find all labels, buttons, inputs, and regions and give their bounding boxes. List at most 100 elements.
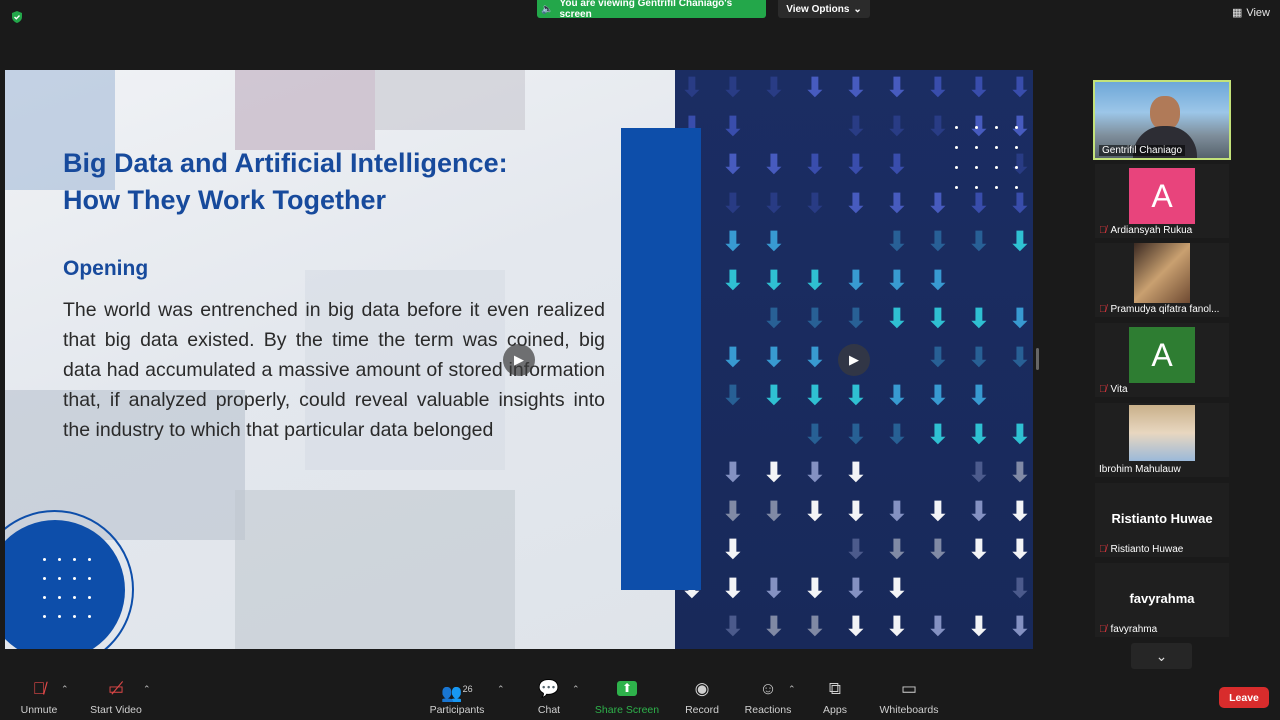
down-arrow-icon: ⬇ <box>804 264 826 295</box>
participant-tile[interactable]: 🎙̸ Pramudya qifatra fanol... <box>1095 243 1229 317</box>
down-arrow-icon: ⬇ <box>886 226 908 256</box>
dot <box>42 557 46 561</box>
down-arrow-icon: ⬇ <box>804 303 826 333</box>
participant-tile-active-speaker[interactable]: Gentrifil Chaniago <box>1093 80 1231 160</box>
meeting-toolbar: 🎙̸ Unmute ⌃ ▭̸ Start Video ⌃ 👥26 Partici… <box>0 672 1280 720</box>
chevron-down-icon: ⌄ <box>1155 647 1168 664</box>
down-arrow-icon: ⬇ <box>845 110 867 141</box>
speaker-icon: 🔈 <box>541 3 554 15</box>
down-arrow-icon: ⬇ <box>968 611 990 641</box>
apps-button[interactable]: ⧉ Apps <box>818 672 852 720</box>
share-screen-icon: ⬆ <box>617 681 637 696</box>
mic-off-icon: 🎙̸ <box>32 679 46 698</box>
down-arrow-icon: ⬇ <box>804 495 826 526</box>
dot <box>87 576 91 580</box>
down-arrow-icon: ⬇ <box>722 495 744 526</box>
participant-tile[interactable]: Ristianto Huwae 🎙̸ Ristianto Huwae <box>1095 483 1229 557</box>
chevron-down-icon: ⌄ <box>853 3 862 15</box>
participant-tile[interactable]: favyrahma 🎙̸ favyrahma <box>1095 563 1229 637</box>
participant-tile[interactable]: Ibrohim Mahulauw <box>1095 403 1229 477</box>
participants-button[interactable]: 👥26 Participants <box>426 672 488 720</box>
down-arrow-icon: ⬇ <box>927 534 949 564</box>
down-arrow-icon: ⬇ <box>722 380 744 410</box>
participant-name: favyrahma <box>1110 624 1158 635</box>
chat-button[interactable]: 💬 Chat <box>528 672 570 720</box>
record-button[interactable]: ◉ Record <box>680 672 724 720</box>
down-arrow-icon: ⬇ <box>886 149 908 179</box>
reactions-icon: ☺ <box>759 679 777 698</box>
down-arrow-icon: ⬇ <box>804 341 826 372</box>
dot <box>72 576 76 580</box>
down-arrow-icon: ⬇ <box>886 572 908 603</box>
leave-button[interactable]: Leave <box>1219 687 1269 708</box>
down-arrow-icon: ⬇ <box>968 72 990 102</box>
viewing-text: You are viewing Gentrifil Chaniago's scr… <box>559 0 733 20</box>
down-arrow-icon: ⬇ <box>1009 534 1031 564</box>
dot <box>57 595 61 599</box>
record-label: Record <box>685 704 719 716</box>
shared-screen: ⬇ ⬇ ⬇ ⬇ ⬇ ⬇ ⬇ ⬇ ⬇ ⬇ ⬇ ⬇ ⬇ ⬇ ⬇ ⬇ ⬇ ⬇ ⬇ ⬇ ⬇ ⬇ ⬇ ⬇ ⬇ ⬇ ⬇ ⬇ ⬇ ⬇ ⬇ ⬇ ⬇ ⬇ ⬇ ⬇ ⬇ ⬇ ⬇ ⬇… <box>5 70 1033 649</box>
down-arrow-icon: ⬇ <box>886 418 908 449</box>
viewing-screen-banner: 🔈 You are viewing Gentrifil Chaniago's s… <box>537 0 766 20</box>
down-arrow-icon: ⬇ <box>886 264 908 295</box>
whiteboards-button[interactable]: ▭ Whiteboards <box>876 672 942 720</box>
participant-name: Pramudya qifatra fanol... <box>1110 304 1220 315</box>
down-arrow-icon: ⬇ <box>681 72 703 102</box>
down-arrow-icon: ⬇ <box>845 572 867 603</box>
dot <box>995 166 998 169</box>
panel-resize-handle[interactable] <box>1036 348 1039 370</box>
down-arrow-icon: ⬇ <box>763 187 785 218</box>
play-icon[interactable]: ▶ <box>503 344 535 376</box>
down-arrow-icon: ⬇ <box>968 303 990 333</box>
unmute-button[interactable]: 🎙̸ Unmute <box>14 672 64 720</box>
down-arrow-icon: ⬇ <box>722 149 744 179</box>
dot-grid <box>5 519 125 649</box>
grid-view-icon: ▦ <box>1231 7 1243 19</box>
participant-display-name: Ristianto Huwae <box>1111 511 1213 526</box>
down-arrow-icon: ⬇ <box>763 572 785 603</box>
down-arrow-icon: ⬇ <box>886 303 908 333</box>
record-icon: ◉ <box>694 679 710 698</box>
chat-options-caret-icon[interactable]: ⌃ <box>572 684 580 695</box>
down-arrow-icon: ⬇ <box>1009 572 1031 603</box>
down-arrow-icon: ⬇ <box>722 534 744 564</box>
video-options-caret-icon[interactable]: ⌃ <box>143 684 151 695</box>
start-video-button[interactable]: ▭̸ Start Video <box>86 672 146 720</box>
share-screen-label: Share Screen <box>594 704 660 716</box>
mic-muted-icon: 🎙̸ <box>1099 304 1107 315</box>
participant-tile[interactable]: A 🎙̸ Ardiansyah Rukua <box>1095 164 1229 238</box>
participant-tile[interactable]: A 🎙̸ Vita <box>1095 323 1229 397</box>
audio-options-caret-icon[interactable]: ⌃ <box>61 684 69 695</box>
down-arrow-icon: ⬇ <box>968 457 990 487</box>
profile-photo <box>1129 405 1195 461</box>
scroll-down-button[interactable]: ⌄ <box>1131 643 1192 669</box>
down-arrow-icon: ⬇ <box>927 110 949 141</box>
view-options-button[interactable]: View Options ⌄ <box>778 0 870 18</box>
view-button[interactable]: ▦ View <box>1231 6 1270 20</box>
down-arrow-icon: ⬇ <box>886 534 908 564</box>
slide-title: Big Data and Artificial Intelligence: Ho… <box>63 145 603 219</box>
profile-photo <box>1134 243 1190 303</box>
participants-count: 26 <box>462 684 473 694</box>
dot <box>57 557 61 561</box>
play-icon[interactable]: ▶ <box>838 344 870 376</box>
down-arrow-icon: ⬇ <box>845 495 867 526</box>
down-arrow-icon: ⬇ <box>804 72 826 102</box>
down-arrow-icon: ⬇ <box>804 418 826 449</box>
participants-options-caret-icon[interactable]: ⌃ <box>497 684 505 695</box>
down-arrow-icon: ⬇ <box>845 380 867 410</box>
security-shield-icon[interactable] <box>10 10 24 24</box>
down-arrow-icon: ⬇ <box>804 187 826 218</box>
down-arrow-icon: ⬇ <box>927 226 949 256</box>
reactions-button[interactable]: ☺ Reactions <box>742 672 794 720</box>
down-arrow-icon: ⬇ <box>722 457 744 487</box>
down-arrow-icon: ⬇ <box>927 611 949 641</box>
down-arrow-icon: ⬇ <box>845 534 867 564</box>
whiteboard-icon: ▭ <box>900 679 918 698</box>
reactions-options-caret-icon[interactable]: ⌃ <box>788 684 796 695</box>
down-arrow-icon: ⬇ <box>927 341 949 372</box>
down-arrow-icon: ⬇ <box>1009 341 1031 372</box>
apps-label: Apps <box>823 704 847 716</box>
share-screen-button[interactable]: ⬆ Share Screen <box>594 672 660 720</box>
down-arrow-icon: ⬇ <box>722 72 744 102</box>
